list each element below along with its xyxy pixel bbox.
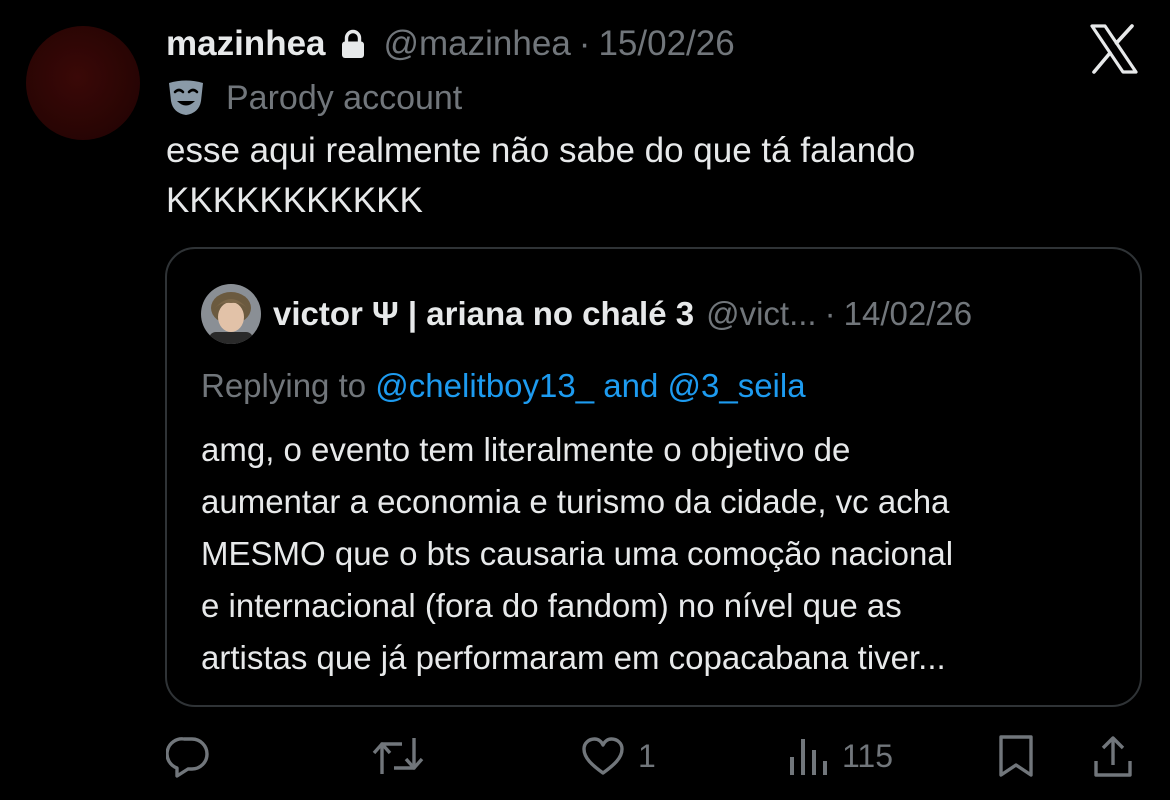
bookmark-button[interactable]: [996, 730, 1036, 782]
tweet-header: mazinhea @mazinhea · 15/02/26: [166, 20, 735, 68]
quoted-tweet-date[interactable]: 14/02/26: [844, 295, 972, 333]
like-button[interactable]: 1: [580, 730, 656, 782]
share-icon: [1094, 736, 1132, 777]
author-name[interactable]: mazinhea: [166, 24, 326, 64]
quoted-tweet-card[interactable]: victor Ψ | ariana no chalé 3 @vict... · …: [165, 247, 1142, 707]
quoted-header-separator: ·: [824, 295, 836, 332]
author-handle[interactable]: @mazinhea: [384, 24, 571, 64]
reply-icon: [166, 737, 209, 778]
quoted-author-name[interactable]: victor Ψ | ariana no chalé 3: [273, 295, 694, 333]
retweet-icon: [372, 738, 424, 774]
x-logo-icon[interactable]: [1086, 22, 1142, 76]
heart-icon: [582, 737, 624, 775]
parody-label: Parody account: [226, 78, 463, 117]
replying-prefix: Replying to: [201, 367, 367, 404]
tweet-action-bar: 1 115: [0, 730, 1170, 782]
replying-to-line: Replying to @chelitboy13_ and @3_seila: [201, 361, 806, 411]
mention-link[interactable]: @chelitboy13_: [375, 367, 594, 404]
replying-connector: and: [603, 367, 659, 404]
quoted-tweet-text: amg, o evento tem literalmente o objetiv…: [201, 431, 954, 676]
retweet-button[interactable]: [370, 730, 426, 782]
person-photo-icon: [201, 284, 261, 344]
theater-mask-icon: [169, 80, 203, 115]
views-count: 115: [842, 737, 894, 774]
share-button[interactable]: [1092, 730, 1134, 782]
bookmark-icon: [999, 735, 1033, 777]
views-icon: [790, 739, 827, 775]
mention-link[interactable]: @3_seila: [668, 367, 806, 404]
tweet-text: esse aqui realmente não sabe do que tá f…: [166, 131, 916, 220]
reply-button[interactable]: [166, 730, 210, 782]
tweet-date[interactable]: 15/02/26: [598, 24, 734, 64]
author-avatar[interactable]: [26, 26, 140, 140]
header-separator: ·: [578, 24, 591, 63]
views-button[interactable]: 115: [788, 730, 893, 782]
quoted-tweet-header: victor Ψ | ariana no chalé 3 @vict... · …: [201, 284, 972, 344]
quoted-author-avatar[interactable]: [201, 284, 261, 344]
like-count: 1: [638, 737, 656, 774]
quoted-author-handle[interactable]: @vict...: [706, 295, 817, 333]
lock-icon: [341, 29, 364, 58]
parody-label-row: Parody account: [166, 76, 462, 120]
